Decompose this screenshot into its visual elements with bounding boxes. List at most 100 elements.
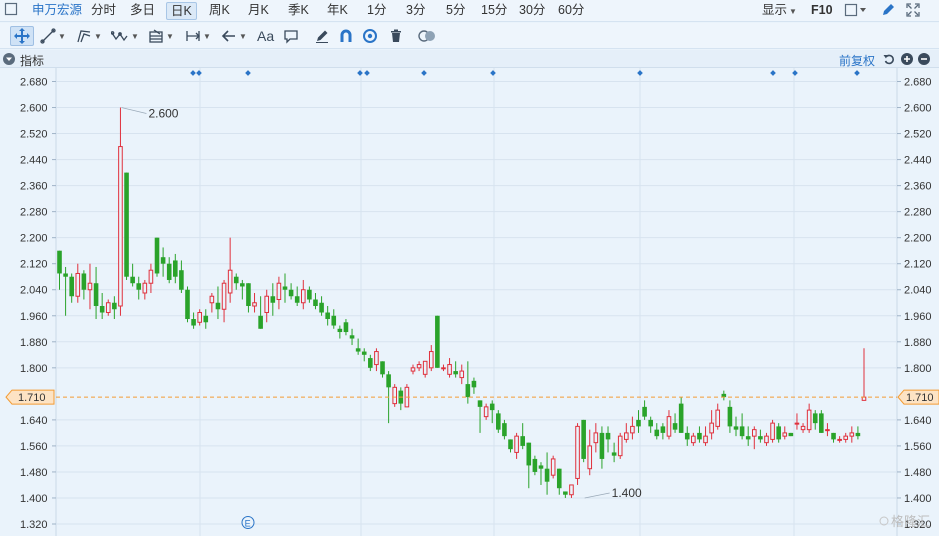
y-tick-label-right: 1.480	[904, 467, 932, 479]
trash-icon[interactable]	[388, 26, 404, 46]
line-tool-icon[interactable]: ▼	[40, 26, 66, 46]
candle-body	[392, 386, 398, 405]
y-tick-label-right: 1.560	[904, 441, 932, 453]
chevron-down-icon: ▼	[166, 31, 174, 41]
candle-body	[544, 468, 550, 482]
stock-name-tab[interactable]: 申万宏源	[28, 2, 86, 20]
toggle-icon[interactable]	[418, 26, 436, 46]
candle-body	[642, 406, 647, 417]
candle-body	[227, 269, 233, 294]
y-tick-label-right: 2.680	[904, 77, 932, 89]
tab-intraday[interactable]: 分时	[87, 2, 120, 20]
y-tick-label-right: 2.200	[904, 233, 932, 245]
candle-body	[307, 289, 312, 300]
period-tab-bar: 申万宏源 分时 多日 日K 周K 月K 季K 年K 1分 3分 5分 15分 3…	[0, 0, 939, 22]
zoom-out-icon[interactable]	[918, 53, 930, 65]
y-tick-label-left: 2.600	[20, 103, 48, 115]
candle-body	[624, 432, 629, 440]
tab-30min[interactable]: 30分	[515, 2, 549, 20]
candle-body	[118, 146, 123, 307]
candle-body	[130, 276, 135, 284]
undo-icon[interactable]	[883, 53, 895, 65]
candle-body	[569, 484, 574, 496]
adjust-mode-link[interactable]: 前复权	[839, 52, 875, 69]
candle-body	[282, 286, 288, 290]
y-tick-label-left: 1.640	[20, 415, 48, 427]
candle-body	[453, 371, 458, 375]
candle-body	[124, 172, 129, 277]
display-label: 显示	[762, 3, 788, 17]
candle-body	[581, 419, 586, 459]
candle-body	[258, 315, 263, 329]
candle-body	[855, 432, 861, 437]
tab-5min[interactable]: 5分	[442, 2, 469, 20]
arrow-left-icon[interactable]: ▼	[221, 26, 247, 46]
zoom-in-icon[interactable]	[901, 53, 913, 65]
candle-body	[605, 432, 611, 440]
candle-body	[575, 425, 580, 479]
candle-body	[221, 282, 227, 310]
candle-body	[654, 429, 660, 437]
candle-body	[300, 289, 306, 304]
candle-body	[93, 283, 99, 307]
measure-tool-icon[interactable]: ▼	[185, 26, 211, 46]
candle-body	[148, 269, 154, 284]
display-menu[interactable]: 显示 ▼	[762, 2, 797, 20]
candle-body	[672, 423, 678, 430]
candle-body	[355, 348, 361, 352]
y-tick-label-right: 2.280	[904, 207, 932, 219]
y-tick-label-left: 1.560	[20, 441, 48, 453]
fib-tool-icon[interactable]: ▼	[148, 26, 174, 46]
candle-body	[191, 319, 196, 326]
tab-monthly-k[interactable]: 月K	[244, 2, 273, 20]
candle-body	[154, 237, 160, 274]
y-tick-label-right: 2.520	[904, 129, 932, 141]
tab-daily-k[interactable]: 日K	[166, 2, 197, 20]
tab-yearly-k[interactable]: 年K	[323, 2, 352, 20]
y-tick-label-left: 1.480	[20, 467, 48, 479]
candle-body	[441, 367, 446, 370]
y-tick-label-left: 1.400	[20, 493, 48, 505]
candle-body	[380, 361, 385, 375]
comment-icon[interactable]	[283, 26, 299, 46]
chart-type-menu[interactable]	[844, 2, 868, 20]
candle-body	[819, 413, 824, 433]
candle-body	[447, 364, 452, 375]
candle-body	[252, 302, 257, 307]
candle-body	[325, 312, 330, 320]
wave-tool-icon[interactable]: ▼	[111, 26, 139, 46]
candle-body	[782, 432, 788, 437]
text-tool-icon[interactable]: Aa	[257, 26, 274, 46]
tab-15min[interactable]: 15分	[477, 2, 511, 20]
y-tick-label-left: 2.280	[20, 207, 48, 219]
f10-button[interactable]: F10	[811, 2, 833, 20]
tab-quarterly-k[interactable]: 季K	[284, 2, 313, 20]
kline-chart[interactable]: 2.680 2.680 2.600 2.600 2.520 2.520 2.440 2.440…	[0, 68, 939, 536]
y-tick-label-left: 1.960	[20, 311, 48, 323]
candle-body	[215, 302, 221, 310]
fullscreen-icon[interactable]	[905, 2, 921, 20]
tab-60min[interactable]: 60分	[554, 2, 588, 20]
arrows-cross-icon[interactable]	[10, 26, 34, 46]
pencil-icon[interactable]	[880, 2, 896, 20]
candle-body	[368, 358, 373, 368]
square-icon[interactable]	[0, 2, 22, 20]
candle-body	[678, 403, 684, 433]
pen-icon[interactable]	[314, 26, 330, 46]
indicator-label[interactable]: 指标	[20, 52, 44, 69]
tab-1min[interactable]: 1分	[363, 2, 390, 20]
candle-body	[349, 335, 355, 339]
polyline-tool-icon[interactable]: ▼	[76, 26, 102, 46]
kline-chart-canvas[interactable]: 2.680 2.680 2.600 2.600 2.520 2.520 2.440 2.440…	[0, 68, 939, 536]
tab-3min[interactable]: 3分	[402, 2, 429, 20]
annotation-label: 2.600	[148, 107, 178, 121]
eye-icon[interactable]	[362, 26, 378, 46]
tab-weekly-k[interactable]: 周K	[205, 2, 234, 20]
y-tick-label-left: 2.440	[20, 155, 48, 167]
tab-multi-day[interactable]: 多日	[126, 2, 159, 20]
candle-body	[617, 435, 623, 457]
chevron-down-icon[interactable]	[3, 53, 15, 65]
candle-body	[800, 425, 806, 431]
magnet-icon[interactable]	[338, 26, 354, 46]
candle-body	[703, 435, 708, 444]
